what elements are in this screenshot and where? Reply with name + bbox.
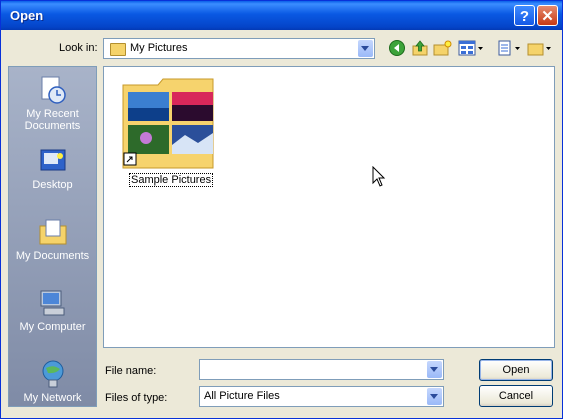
title-bar[interactable]: Open ? ✕ — [1, 1, 562, 30]
my-computer-icon — [40, 290, 64, 316]
place-my-computer[interactable]: My Computer — [9, 288, 96, 333]
files-of-type-value: All Picture Files — [204, 390, 280, 402]
files-of-type-label: Files of type: — [105, 392, 168, 404]
place-label: My Recent — [26, 108, 79, 120]
tools-menu-icon[interactable] — [497, 39, 523, 57]
place-label: My Computer — [19, 321, 86, 333]
mouse-cursor-icon — [372, 166, 386, 187]
place-desktop[interactable]: Desktop — [9, 146, 96, 191]
place-label: My Network — [23, 392, 82, 404]
place-my-recent-documents[interactable]: My Recent Documents — [9, 75, 96, 132]
window-title: Open — [10, 8, 44, 23]
place-my-documents[interactable]: My Documents — [9, 217, 96, 262]
close-button[interactable]: ✕ — [537, 5, 558, 26]
folder-thumbnail-icon — [122, 78, 214, 169]
place-label: Desktop — [32, 179, 73, 191]
file-list[interactable] — [103, 66, 555, 348]
back-icon[interactable] — [388, 39, 406, 57]
open-dialog: Open ? ✕ Look in: My Pictures My Recent … — [0, 0, 563, 419]
up-folder-icon[interactable] — [411, 39, 429, 57]
place-label: My Documents — [15, 250, 90, 262]
folder-label[interactable]: Sample Pictures — [129, 173, 214, 187]
file-name-label: File name: — [105, 365, 157, 377]
look-in-value: My Pictures — [130, 42, 188, 54]
list-item[interactable] — [120, 75, 218, 175]
my-pictures-folder-icon — [110, 43, 126, 56]
open-button[interactable]: Open — [479, 359, 553, 381]
chevron-down-icon[interactable] — [427, 388, 442, 405]
my-documents-icon — [39, 219, 66, 245]
look-in-dropdown[interactable]: My Pictures — [103, 38, 375, 59]
chevron-down-icon[interactable] — [358, 40, 373, 57]
my-network-icon — [42, 360, 63, 388]
views-menu-icon[interactable] — [458, 39, 484, 57]
file-name-field[interactable] — [199, 359, 444, 380]
places-bar: My Recent Documents Desktop My Documents — [8, 66, 97, 407]
place-my-network[interactable]: My Network — [9, 359, 96, 404]
look-in-label: Look in: — [59, 42, 98, 54]
new-folder-icon[interactable] — [433, 39, 453, 57]
desktop-icon — [40, 149, 65, 171]
cancel-button[interactable]: Cancel — [479, 385, 553, 407]
help-button[interactable]: ? — [514, 5, 535, 26]
files-of-type-dropdown[interactable]: All Picture Files — [199, 386, 444, 407]
place-label-line2: Documents — [24, 120, 81, 132]
chevron-down-icon[interactable] — [427, 361, 442, 378]
folder-options-icon[interactable] — [527, 39, 553, 57]
recent-documents-icon — [41, 76, 66, 104]
